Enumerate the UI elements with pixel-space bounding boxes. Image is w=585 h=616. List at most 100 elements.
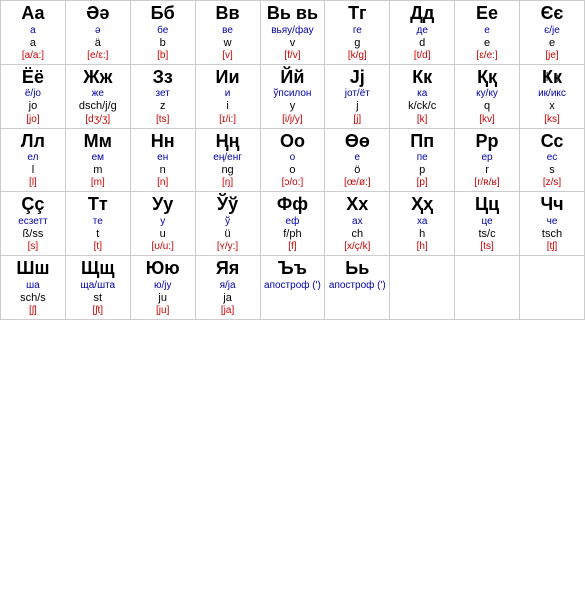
letter-ipa: [ʃ]	[2, 305, 64, 317]
letter-latin: sch/s	[2, 292, 64, 305]
letter-main: Оо	[262, 131, 324, 153]
letter-main: Дд	[391, 3, 453, 25]
letter-ipa: [tʃ]	[521, 241, 583, 253]
letter-ipa: [jo]	[2, 114, 64, 126]
letter-ipa: [h]	[391, 241, 453, 253]
letter-name: апостроф (')	[326, 280, 388, 292]
cell-2-3: Ңң ең/енг ng [ŋ]	[195, 128, 260, 192]
letter-main: Кк	[391, 67, 453, 89]
letter-ipa: [ʏ/y:]	[197, 241, 259, 253]
letter-ipa: [ts]	[132, 114, 194, 126]
letter-ipa: [l]	[2, 177, 64, 189]
letter-latin: k/ck/c	[391, 100, 453, 113]
cell-2-7: Рр ер r [r/ʀ/ʁ]	[455, 128, 520, 192]
letter-main: Ўў	[197, 194, 259, 216]
letter-name: а	[2, 25, 64, 37]
letter-latin: u	[132, 228, 194, 241]
letter-name: де	[391, 25, 453, 37]
letter-name: зет	[132, 88, 194, 100]
letter-name: ўпсилон	[262, 88, 324, 100]
letter-ipa: [ʃt]	[67, 305, 129, 317]
letter-name: є/je	[521, 25, 583, 37]
letter-ipa: [x/ç/k]	[326, 241, 388, 253]
letter-main: Әә	[67, 3, 129, 25]
letter-latin: ju	[132, 292, 194, 305]
cell-0-3: Вв ве w [v]	[195, 1, 260, 65]
letter-name: есзетт	[2, 216, 64, 228]
letter-main: Йй	[262, 67, 324, 89]
letter-ipa: [z/s]	[521, 177, 583, 189]
cell-0-2: Бб бе b [b]	[130, 1, 195, 65]
letter-latin: dsch/j/g	[67, 100, 129, 113]
letter-latin: e	[521, 37, 583, 50]
letter-ipa: [dʒ/ʒ]	[67, 114, 129, 126]
letter-ipa: [n]	[132, 177, 194, 189]
letter-ipa: [f/v]	[262, 50, 324, 62]
letter-main: Аа	[2, 3, 64, 25]
letter-latin: a	[2, 37, 64, 50]
cell-3-0: Çç есзетт ß/ss [s]	[1, 192, 66, 256]
letter-name: и	[197, 88, 259, 100]
letter-ipa: [r/ʀ/ʁ]	[456, 177, 518, 189]
letter-latin: l	[2, 164, 64, 177]
letter-ipa: [je]	[521, 50, 583, 62]
letter-main: Нн	[132, 131, 194, 153]
letter-name: ха	[391, 216, 453, 228]
letter-latin: h	[391, 228, 453, 241]
letter-ipa: [p]	[391, 177, 453, 189]
letter-latin: j	[326, 100, 388, 113]
letter-main: Ҝҝ	[521, 67, 583, 89]
letter-latin: m	[67, 164, 129, 177]
cell-4-6	[390, 256, 455, 320]
letter-name: ща/шта	[67, 280, 129, 292]
letter-ipa: [ts]	[456, 241, 518, 253]
letter-ipa: [a/a:]	[2, 50, 64, 62]
letter-latin: st	[67, 292, 129, 305]
letter-latin: r	[456, 164, 518, 177]
cell-1-8: Ҝҝ ик/икс x [ks]	[520, 64, 585, 128]
letter-name: ел	[2, 152, 64, 164]
letter-main: Мм	[67, 131, 129, 153]
letter-ipa: [kv]	[456, 114, 518, 126]
letter-latin: t	[67, 228, 129, 241]
letter-main: Зз	[132, 67, 194, 89]
letter-ipa: [ɪ/i:]	[197, 114, 259, 126]
letter-name: е	[456, 25, 518, 37]
cell-1-3: Ии и i [ɪ/i:]	[195, 64, 260, 128]
letter-ipa: [m]	[67, 177, 129, 189]
letter-ipa: [f]	[262, 241, 324, 253]
letter-name: ең/енг	[197, 152, 259, 164]
letter-main: Тт	[67, 194, 129, 216]
cell-0-0: Аа а a [a/a:]	[1, 1, 66, 65]
letter-name: ах	[326, 216, 388, 228]
letter-main: Пп	[391, 131, 453, 153]
cell-0-8: Єє є/je e [je]	[520, 1, 585, 65]
cell-3-1: Тт те t [t]	[65, 192, 130, 256]
cell-3-3: Ўў ў ü [ʏ/y:]	[195, 192, 260, 256]
cell-1-2: Зз зет z [ts]	[130, 64, 195, 128]
letter-name: же	[67, 88, 129, 100]
cell-0-4: Вь вь вьяу/фау v [f/v]	[260, 1, 325, 65]
cell-3-6: Ҳҳ ха h [h]	[390, 192, 455, 256]
letter-latin: b	[132, 37, 194, 50]
letter-name: ə	[67, 25, 129, 37]
cell-4-0: Шш ша sch/s [ʃ]	[1, 256, 66, 320]
cell-4-7	[455, 256, 520, 320]
letter-main: Фф	[262, 194, 324, 216]
letter-main: Вь вь	[262, 3, 324, 25]
cell-1-5: Jj jот/ёт j [j]	[325, 64, 390, 128]
letter-ipa: [ʊ/u:]	[132, 241, 194, 253]
letter-latin: g	[326, 37, 388, 50]
letter-main: Ёё	[2, 67, 64, 89]
letter-ipa: [ja]	[197, 305, 259, 317]
letter-name: ик/икс	[521, 88, 583, 100]
letter-main: Вв	[197, 3, 259, 25]
letter-name: о	[262, 152, 324, 164]
letter-main: Шш	[2, 258, 64, 280]
cell-1-7: Ққ ку/ку q [kv]	[455, 64, 520, 128]
letter-main: Щщ	[67, 258, 129, 280]
letter-name: те	[67, 216, 129, 228]
cell-4-5: Ьь апостроф (')	[325, 256, 390, 320]
letter-main: Цц	[456, 194, 518, 216]
letter-name: вьяу/фау	[262, 25, 324, 37]
